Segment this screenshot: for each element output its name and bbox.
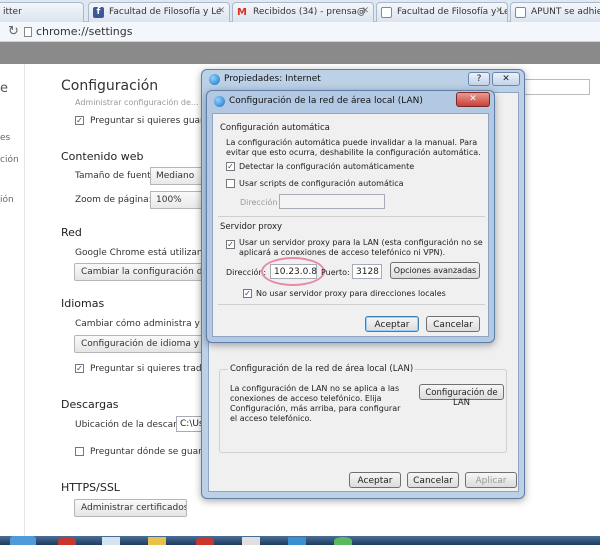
lan-settings-dialog: Configuración de la red de área local (L… [206, 90, 495, 343]
cancel-button[interactable]: Cancelar [426, 316, 480, 332]
lan-settings-group: Configuración de la red de área local (L… [219, 364, 507, 453]
omnibox-bar: ↻ chrome://settings [0, 22, 600, 42]
field-label: Puerto: [321, 268, 350, 277]
taskbar-app-icon[interactable] [58, 537, 76, 545]
tab-label: Recibidos (34) - prensa@ [253, 7, 366, 17]
internet-globe-icon [209, 74, 220, 85]
advanced-button[interactable]: Opciones avanzadas [390, 262, 480, 279]
settings-search-input[interactable] [520, 79, 590, 95]
page-title: Configuración [61, 78, 159, 94]
checkbox-label: Preguntar dónde se guarda [90, 447, 213, 457]
field-label: Dirección [240, 198, 278, 207]
auto-config-text: La configuración automática puede invali… [226, 138, 481, 157]
taskbar-app-icon[interactable] [196, 537, 214, 545]
script-address-input[interactable] [279, 194, 385, 209]
taskbar-app-icon[interactable] [148, 537, 166, 545]
tab-gmail[interactable]: M Recibidos (34) - prensa@ ✕ [232, 2, 374, 22]
checkbox-label: Usar un servidor proxy para la LAN (esta… [239, 238, 483, 257]
close-icon[interactable]: ✕ [217, 6, 225, 16]
detect-settings-checkbox[interactable]: ✓ [226, 162, 235, 171]
close-icon[interactable]: ✕ [456, 92, 490, 107]
address-bar[interactable]: chrome://settings [36, 25, 133, 38]
ask-download-location-checkbox[interactable] [75, 447, 84, 456]
dialog-body: Configuración automática La configuració… [212, 113, 489, 337]
help-icon[interactable]: ? [468, 72, 490, 86]
group-label: Servidor proxy [220, 222, 283, 232]
ok-button[interactable]: Aceptar [365, 316, 419, 332]
field-label: Ubicación de la descarga: [75, 420, 191, 430]
zoom-select[interactable]: 100% [150, 191, 206, 209]
close-icon[interactable]: ✕ [495, 6, 503, 16]
sidebar-fragment: ción [0, 155, 19, 165]
ask-save-passwords-checkbox[interactable]: ✓ [75, 116, 84, 125]
section-heading: HTTPS/SSL [61, 481, 120, 494]
sidebar-fragment: ión [0, 195, 14, 205]
section-heading: Idiomas [61, 297, 105, 310]
faded-setting-line: Administrar configuración de... [75, 98, 199, 107]
facebook-icon: f [93, 7, 104, 18]
field-label: Tamaño de fuente: [75, 171, 160, 181]
checkbox-label: Detectar la configuración automáticament… [239, 162, 415, 171]
gmail-icon: M [237, 7, 247, 18]
tab-strip: itter f Facultad de Filosofía y Le ✕ M R… [0, 0, 600, 22]
sidebar-fragment: e [0, 81, 8, 96]
group-label: Configuración automática [220, 123, 330, 133]
checkbox-label: No usar servidor proxy para direcciones … [256, 289, 446, 298]
taskbar-app-icon[interactable] [288, 537, 306, 545]
tab-facultad-1[interactable]: f Facultad de Filosofía y Le ✕ [88, 2, 230, 22]
taskbar-app-icon[interactable] [102, 537, 120, 545]
tab-label: APUNT se adhie [531, 7, 600, 17]
proxy-port-input[interactable]: 3128 [352, 264, 382, 279]
apply-button[interactable]: Aplicar [465, 472, 517, 488]
page-icon [515, 7, 526, 18]
use-script-checkbox[interactable] [226, 179, 235, 188]
use-proxy-checkbox[interactable]: ✓ [226, 240, 235, 249]
language-settings-button[interactable]: Configuración de idioma y de [74, 335, 207, 353]
ask-translate-checkbox[interactable]: ✓ [75, 364, 84, 373]
tab-apunt[interactable]: APUNT se adhie [510, 2, 600, 22]
lan-settings-button[interactable]: Configuración de LAN [419, 384, 504, 408]
reload-icon[interactable]: ↻ [8, 24, 19, 39]
manage-certificates-button[interactable]: Administrar certificados... [74, 499, 187, 517]
highlight-circle [261, 257, 325, 286]
tab-label: itter [3, 7, 22, 17]
group-label: Configuración de la red de área local (L… [228, 364, 416, 374]
close-icon[interactable]: ✕ [361, 6, 369, 16]
divider [218, 216, 485, 217]
section-heading: Descargas [61, 398, 119, 411]
section-heading: Contenido web [61, 150, 144, 163]
sidebar-fragment: es [0, 133, 11, 143]
sidebar-divider [24, 64, 25, 536]
divider [218, 304, 485, 305]
change-proxy-button[interactable]: Cambiar la configuración de pr [74, 263, 207, 281]
bypass-local-checkbox[interactable]: ✓ [243, 289, 252, 298]
bookmarks-bar [0, 42, 600, 64]
ok-button[interactable]: Aceptar [349, 472, 401, 488]
checkbox-label: Usar scripts de configuración automática [239, 179, 404, 188]
cancel-button[interactable]: Cancelar [407, 472, 459, 488]
lan-info-text: La configuración de LAN no se aplica a l… [230, 384, 401, 423]
field-label: Zoom de página: [75, 195, 152, 205]
dialog-title: Propiedades: Internet [224, 74, 321, 84]
tab-twitter[interactable]: itter [0, 2, 84, 22]
page-icon [381, 7, 392, 18]
tab-facultad-2[interactable]: Facultad de Filosofía y Le ✕ [376, 2, 508, 22]
checkbox-label: Preguntar si quieres traducir [90, 364, 219, 374]
font-size-select[interactable]: Mediano [150, 167, 206, 185]
start-button-icon[interactable] [10, 536, 36, 545]
close-icon[interactable]: ✕ [492, 72, 520, 86]
dialog-title: Configuración de la red de área local (L… [229, 96, 423, 106]
tab-label: Facultad de Filosofía y Le [397, 7, 508, 17]
taskbar [0, 536, 600, 545]
page-icon [24, 27, 32, 37]
section-heading: Red [61, 226, 82, 239]
taskbar-app-icon[interactable] [334, 537, 352, 545]
taskbar-app-icon[interactable] [242, 537, 260, 545]
checkbox-label: Preguntar si quieres guardar [90, 116, 219, 126]
network-globe-icon [214, 96, 225, 107]
tab-label: Facultad de Filosofía y Le [109, 7, 222, 17]
